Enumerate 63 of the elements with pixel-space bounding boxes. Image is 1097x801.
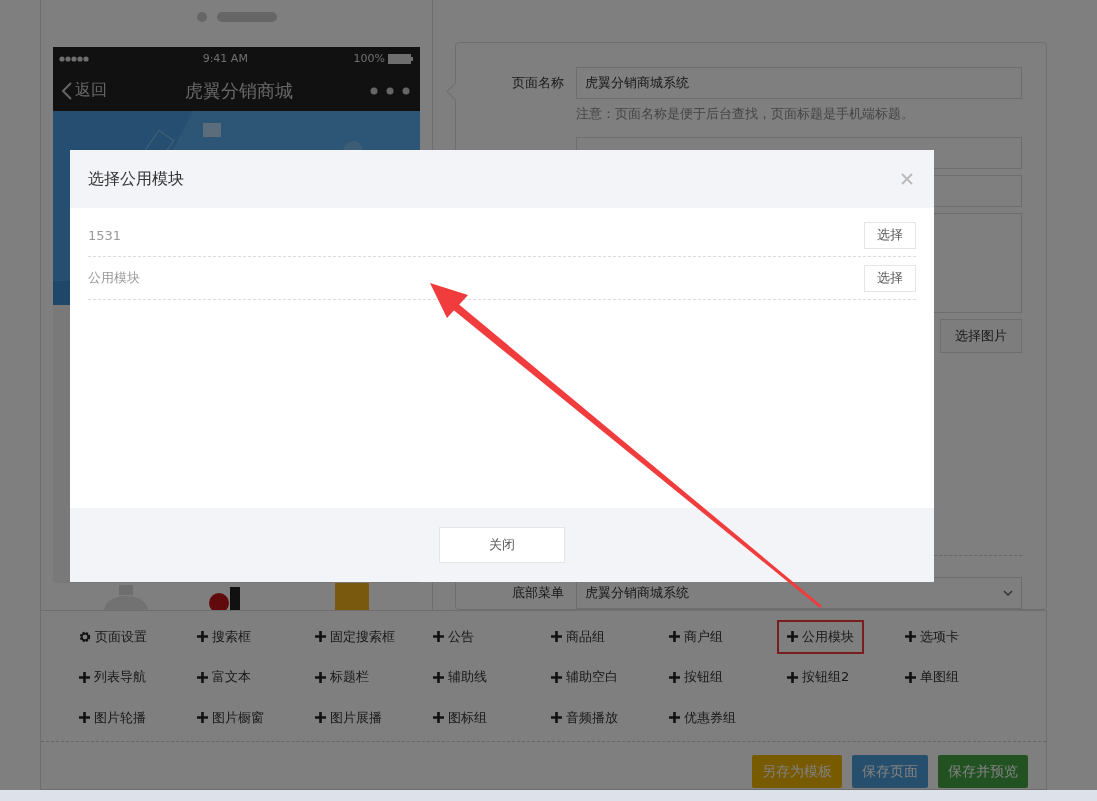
app-title: 虎翼分销商城 xyxy=(184,78,293,103)
plus-icon xyxy=(669,712,680,724)
status-time: 9:41 AM xyxy=(202,52,248,65)
plus-icon xyxy=(787,671,798,683)
add-component-item[interactable]: 富文本 xyxy=(187,660,261,695)
plus-icon xyxy=(197,631,208,642)
add-component-item[interactable]: 音频播放 xyxy=(541,700,628,735)
chevron-left-icon xyxy=(61,80,73,101)
choose-image-button[interactable]: 选择图片 xyxy=(940,319,1022,353)
plus-icon xyxy=(905,631,916,642)
back-link[interactable]: 返回 xyxy=(61,80,107,101)
plus-icon xyxy=(905,671,916,683)
plus-icon xyxy=(79,712,90,724)
plus-icon xyxy=(315,631,326,642)
add-component-item[interactable]: 商户组 xyxy=(659,619,733,654)
dialog-title: 选择公用模块 xyxy=(88,168,184,190)
action-button[interactable]: 保存并预览 xyxy=(938,755,1028,788)
select-button[interactable]: 选择 xyxy=(864,264,916,292)
add-component-item[interactable]: 选项卡 xyxy=(895,619,969,654)
add-component-item[interactable]: 优惠券组 xyxy=(659,700,746,735)
add-component-item[interactable]: 辅助线 xyxy=(423,660,497,695)
add-component-item[interactable]: 标题栏 xyxy=(305,660,379,695)
add-component-item[interactable]: 单图组 xyxy=(895,660,969,695)
add-component-item[interactable]: 列表导航 xyxy=(69,660,156,695)
more-icon[interactable] xyxy=(370,86,410,95)
battery-level: 100% xyxy=(353,52,385,65)
plus-icon xyxy=(669,631,680,642)
plus-icon xyxy=(433,671,444,683)
plus-icon xyxy=(315,671,326,683)
caret-icon xyxy=(1003,590,1013,596)
add-component-item[interactable]: 按钮组 xyxy=(659,660,733,695)
add-component-item[interactable]: 图标组 xyxy=(423,700,497,735)
plus-icon xyxy=(315,712,326,724)
add-component-item[interactable]: 公用模块 xyxy=(777,619,864,654)
add-component-item[interactable]: 辅助空白 xyxy=(541,660,628,695)
plus-icon xyxy=(197,671,208,683)
battery-icon xyxy=(388,53,414,64)
plus-icon xyxy=(551,671,562,683)
add-component-item[interactable]: 商品组 xyxy=(541,619,615,654)
page-name-field[interactable]: 虎翼分销商城系统 xyxy=(576,67,1022,99)
plus-icon xyxy=(787,631,798,642)
field-label: 页面名称 xyxy=(511,74,564,92)
field-label: 底部菜单 xyxy=(511,584,564,602)
add-component-item[interactable]: 图片展播 xyxy=(305,700,392,735)
close-button[interactable]: 关闭 xyxy=(439,527,565,563)
plus-icon xyxy=(433,712,444,724)
module-name: 1531 xyxy=(88,227,122,243)
module-name: 公用模块 xyxy=(88,269,140,287)
plus-icon xyxy=(197,712,208,724)
add-component-item[interactable]: 按钮组2 xyxy=(777,660,860,695)
plus-icon xyxy=(551,712,562,724)
plus-icon xyxy=(433,631,444,642)
add-component-item[interactable]: 固定搜索框 xyxy=(305,619,405,654)
add-component-item[interactable]: 公告 xyxy=(423,619,484,654)
add-component-item[interactable]: 图片橱窗 xyxy=(187,700,274,735)
plus-icon xyxy=(669,671,680,683)
select-button[interactable]: 选择 xyxy=(864,221,916,249)
plus-icon xyxy=(79,671,90,683)
gear-icon xyxy=(79,630,91,643)
add-component-item[interactable]: 搜索框 xyxy=(187,619,261,654)
plus-icon xyxy=(551,631,562,642)
add-component-item[interactable]: 页面设置 xyxy=(69,619,157,654)
add-component-item[interactable]: 图片轮播 xyxy=(69,700,156,735)
